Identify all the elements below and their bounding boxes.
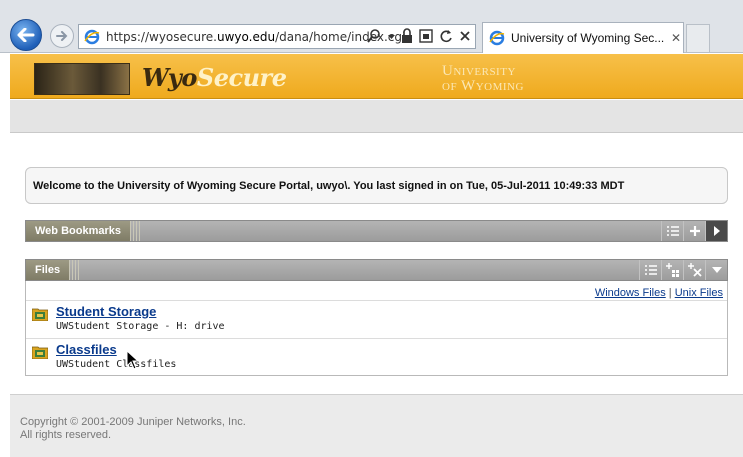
- collapse-arrow-icon[interactable]: [705, 221, 727, 241]
- url-host: uwyo.edu: [216, 29, 276, 44]
- search-icon[interactable]: [366, 28, 382, 44]
- ie-icon: [84, 29, 100, 44]
- compat-icon[interactable]: [419, 28, 433, 44]
- toolbar-strip: [10, 100, 743, 133]
- web-bookmarks-tools: [661, 221, 727, 241]
- files-header: Files: [25, 259, 728, 281]
- back-arrow-icon: [17, 28, 35, 42]
- files-tools: [639, 260, 727, 280]
- links-separator: |: [668, 287, 672, 299]
- classfiles-link[interactable]: Classfiles: [56, 342, 117, 357]
- wyosecure-logo: WyoSecure: [142, 63, 287, 92]
- student-storage-desc: UWStudent Storage - H: drive: [56, 321, 225, 332]
- web-bookmarks-title: Web Bookmarks: [26, 221, 130, 241]
- add-icon[interactable]: [683, 221, 705, 241]
- copyright-line2: All rights reserved.: [20, 429, 112, 441]
- panel-grip: [69, 260, 82, 280]
- copyright-line1: Copyright © 2001-2009 Juniper Networks, …: [20, 416, 246, 428]
- classfiles-desc: UWStudent Classfiles: [56, 359, 177, 370]
- files-title: Files: [26, 260, 70, 280]
- windows-files-link[interactable]: Windows Files: [595, 287, 666, 299]
- mouse-cursor-icon: [126, 350, 140, 370]
- welcome-message: Welcome to the University of Wyoming Sec…: [25, 167, 728, 204]
- new-tab-button[interactable]: [686, 24, 710, 52]
- copyright: Copyright © 2001-2009 Juniper Networks, …: [20, 416, 246, 442]
- header-banner: WyoSecure University of Wyoming: [10, 54, 743, 99]
- tab-title: University of Wyoming Sec...: [511, 31, 665, 45]
- logo-photo: [34, 63, 130, 95]
- ie-tab-icon: [489, 30, 505, 46]
- university-line2: of Wyoming: [442, 78, 524, 94]
- footer: Copyright © 2001-2009 Juniper Networks, …: [10, 394, 743, 457]
- logo-text-wyo: Wyo: [142, 63, 197, 92]
- list-icon[interactable]: [639, 260, 661, 280]
- panel-grip: [130, 221, 142, 241]
- stop-icon[interactable]: [459, 28, 471, 44]
- university-line1: University: [442, 63, 516, 79]
- tab-active[interactable]: University of Wyoming Sec... ✕: [482, 22, 684, 53]
- url-prefix: https://wyosecure.: [106, 29, 217, 44]
- address-tools: [366, 28, 471, 44]
- remove-icon[interactable]: [683, 260, 705, 280]
- web-bookmarks-header: Web Bookmarks: [25, 220, 728, 242]
- folder-icon: [32, 346, 48, 359]
- lock-icon[interactable]: [401, 28, 413, 44]
- refresh-icon[interactable]: [439, 28, 453, 44]
- unix-files-link[interactable]: Unix Files: [675, 287, 723, 299]
- list-icon[interactable]: [661, 221, 683, 241]
- dropdown-caret-icon[interactable]: [388, 28, 395, 44]
- dropdown-icon[interactable]: [705, 260, 727, 280]
- address-bar[interactable]: https://wyosecure.uwyo.edu/dana/home/ind…: [78, 24, 476, 49]
- add-grid-icon[interactable]: [661, 260, 683, 280]
- student-storage-link[interactable]: Student Storage: [56, 304, 156, 319]
- back-button[interactable]: [10, 19, 42, 51]
- browser-chrome: https://wyosecure.uwyo.edu/dana/home/ind…: [0, 0, 743, 53]
- address-url[interactable]: https://wyosecure.uwyo.edu/dana/home/ind…: [106, 30, 405, 44]
- folder-icon: [32, 308, 48, 321]
- close-icon[interactable]: ✕: [671, 31, 681, 45]
- forward-arrow-icon: [56, 31, 68, 41]
- university-logo: University of Wyoming: [442, 64, 524, 94]
- files-links: Windows Files | Unix Files: [595, 287, 723, 299]
- forward-button[interactable]: [50, 24, 74, 48]
- logo-text-secure: Secure: [196, 63, 287, 92]
- list-item: Student Storage UWStudent Storage - H: d…: [26, 301, 727, 337]
